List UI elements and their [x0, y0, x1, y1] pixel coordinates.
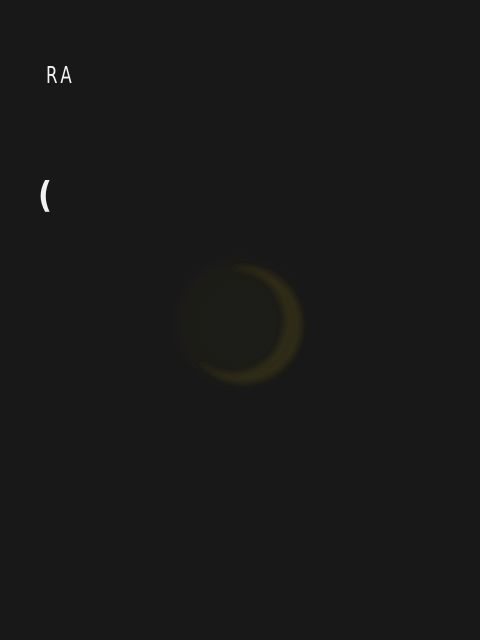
- loading-crescent-icon: [160, 245, 320, 405]
- brand-label: RA: [46, 63, 76, 89]
- partial-text: (: [38, 175, 52, 216]
- loading-screen: RA (: [0, 0, 480, 640]
